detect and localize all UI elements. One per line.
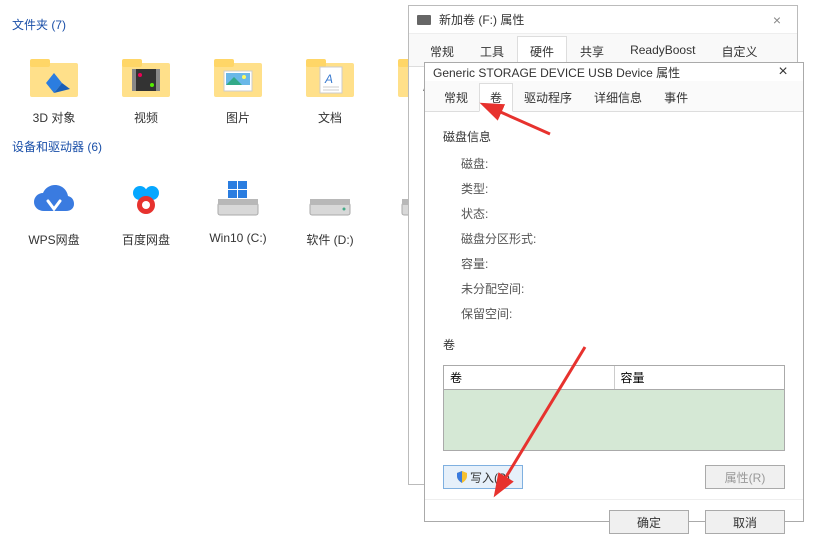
folder-label: 视频: [134, 109, 158, 126]
svg-text:A: A: [324, 72, 333, 86]
folder-label: 图片: [226, 109, 250, 126]
volume-table-header: 卷 容量: [444, 366, 784, 390]
device-properties-dialog: Generic STORAGE DEVICE USB Device 属性 × 常…: [424, 62, 804, 522]
folder-icon: [206, 49, 270, 105]
dialog2-tabs: 常规 卷 驱动程序 详细信息 事件: [425, 81, 803, 112]
info-row-type: 类型:: [461, 180, 785, 197]
shield-icon: [456, 471, 468, 483]
drives-header: 设备和驱动器 (6): [12, 138, 472, 155]
drive-label: 百度网盘: [122, 231, 170, 248]
drive-baidu[interactable]: 百度网盘: [100, 167, 192, 252]
folders-grid: 3D 对象 视频 图片 A 文档 下: [8, 45, 472, 130]
close-icon[interactable]: ×: [771, 63, 795, 81]
drive-label: Win10 (C:): [209, 231, 266, 245]
drive-d[interactable]: 软件 (D:): [284, 167, 376, 252]
write-button[interactable]: 写入(P): [443, 465, 523, 489]
folder-3d-objects[interactable]: 3D 对象: [8, 45, 100, 130]
drive-label: WPS网盘: [28, 231, 79, 248]
drive-icon: [417, 15, 431, 25]
folder-videos[interactable]: 视频: [100, 45, 192, 130]
folder-icon: A: [298, 49, 362, 105]
write-button-label: 写入(P): [470, 469, 510, 486]
properties-button[interactable]: 属性(R): [705, 465, 785, 489]
dialog2-footer: 确定 取消: [425, 499, 803, 544]
dialog2-title: Generic STORAGE DEVICE USB Device 属性: [433, 64, 771, 81]
drive-label: 软件 (D:): [306, 231, 353, 248]
folder-icon: [22, 49, 86, 105]
windows-drive-icon: [206, 171, 270, 227]
drive-wps[interactable]: WPS网盘: [8, 167, 100, 252]
info-row-partition: 磁盘分区形式:: [461, 230, 785, 247]
dialog2-titlebar: Generic STORAGE DEVICE USB Device 属性 ×: [425, 63, 803, 81]
volume-table: 卷 容量: [443, 365, 785, 451]
tab-general[interactable]: 常规: [433, 83, 479, 112]
folder-documents[interactable]: A 文档: [284, 45, 376, 130]
action-buttons: 写入(P) 属性(R): [443, 465, 785, 489]
tab-driver[interactable]: 驱动程序: [513, 83, 583, 112]
col-volume[interactable]: 卷: [444, 366, 615, 389]
col-capacity[interactable]: 容量: [615, 366, 785, 389]
folder-label: 3D 对象: [33, 109, 76, 126]
tab-volume[interactable]: 卷: [479, 83, 513, 112]
tab-events[interactable]: 事件: [653, 83, 699, 112]
info-row-disk: 磁盘:: [461, 155, 785, 172]
cancel-button[interactable]: 取消: [705, 510, 785, 534]
info-row-status: 状态:: [461, 205, 785, 222]
info-row-reserved: 保留空间:: [461, 305, 785, 322]
drive-c[interactable]: Win10 (C:): [192, 167, 284, 252]
disk-info-label: 磁盘信息: [443, 128, 785, 145]
folder-pictures[interactable]: 图片: [192, 45, 284, 130]
hdd-icon: [298, 171, 362, 227]
info-row-unallocated: 未分配空间:: [461, 280, 785, 297]
baidu-cloud-icon: [114, 171, 178, 227]
ok-button[interactable]: 确定: [609, 510, 689, 534]
volume-label: 卷: [443, 336, 785, 353]
folder-icon: [114, 49, 178, 105]
info-row-capacity: 容量:: [461, 255, 785, 272]
folder-label: 文档: [318, 109, 342, 126]
volume-table-body[interactable]: [444, 390, 784, 450]
wps-cloud-icon: [22, 171, 86, 227]
dialog2-body: 磁盘信息 磁盘: 类型: 状态: 磁盘分区形式: 容量: 未分配空间: 保留空间…: [425, 112, 803, 499]
drives-grid: WPS网盘 百度网盘 Win10 (C:) 软件 (D:) Win: [8, 167, 472, 252]
close-icon[interactable]: ×: [765, 12, 789, 28]
tab-details[interactable]: 详细信息: [583, 83, 653, 112]
folders-header: 文件夹 (7): [12, 16, 472, 33]
dialog1-title: 新加卷 (F:) 属性: [439, 11, 765, 28]
dialog1-titlebar: 新加卷 (F:) 属性 ×: [409, 6, 797, 34]
